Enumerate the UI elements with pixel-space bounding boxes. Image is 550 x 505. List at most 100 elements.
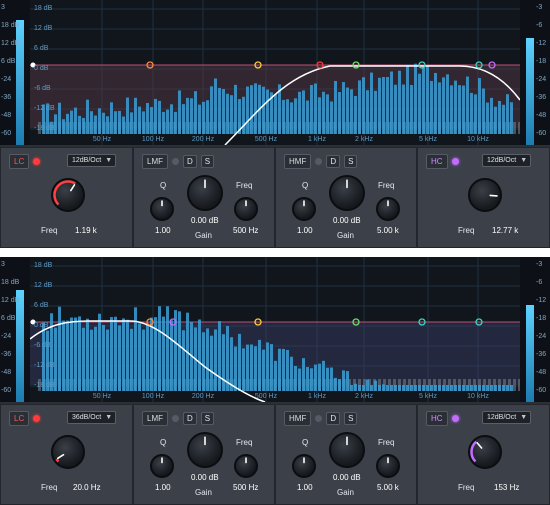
meter-scale-label: 12 dB — [1, 297, 20, 304]
spectrum-bar — [150, 317, 153, 391]
spectrum-bar — [90, 329, 93, 391]
high-mid-q-knob[interactable] — [292, 197, 316, 221]
spectrum-bar — [254, 346, 257, 391]
low-mid-solo-button[interactable]: S — [200, 411, 215, 425]
high-mid-q-value: 1.00 — [297, 483, 313, 492]
spectrum-bar — [442, 77, 445, 134]
high-cut-slope-select[interactable]: 12dB/Oct ▼ — [482, 154, 532, 167]
eq-graph[interactable]: 18 dB 12 dB 6 dB 0 dB -6 dB -12 dB -18 dB 50 H… — [30, 257, 520, 402]
high-cut-led-icon[interactable] — [451, 157, 459, 165]
low-cut-slope-select[interactable]: 36dB/Oct ▼ — [67, 411, 117, 424]
high-cut-toggle[interactable]: HC — [426, 410, 448, 426]
spectrum-bar — [438, 385, 441, 391]
spectrum-bar — [174, 111, 177, 134]
low-cut-led-icon[interactable] — [33, 157, 41, 165]
low-mid-gain-knob[interactable] — [187, 175, 223, 211]
db-axis-label: -18 dB — [34, 382, 55, 389]
freq-axis-label: 100 Hz — [141, 136, 165, 143]
spectrum-bar — [342, 82, 345, 134]
spectrum-bar — [250, 85, 253, 134]
low-mid-gain-knob[interactable] — [187, 432, 223, 468]
meter-scale-label: -36 — [1, 351, 12, 358]
low-mid-dynamic-button[interactable]: D — [183, 411, 197, 425]
spectrum-bar — [306, 367, 309, 391]
spectrum-bar — [490, 97, 493, 134]
spectrum-bar — [426, 385, 429, 391]
spectrum-bar — [206, 100, 209, 134]
high-mid-freq-knob[interactable] — [376, 454, 400, 478]
eq-graph[interactable]: 18 dB 12 dB 6 dB 0 dB -6 dB -12 dB -18 dB 50 H… — [30, 0, 520, 145]
spectrum-bar — [234, 84, 237, 134]
spectrum-bar — [98, 313, 101, 391]
high-cut-freq-knob[interactable] — [468, 178, 502, 212]
spectrum-bar — [114, 111, 117, 134]
low-cut-toggle[interactable]: LC — [9, 410, 30, 426]
spectrum-bar — [310, 85, 313, 134]
high-mid-gain-knob[interactable] — [329, 432, 365, 468]
low-mid-solo-button[interactable]: S — [200, 154, 215, 168]
knob-pointer — [56, 453, 65, 460]
spectrum-bar — [334, 377, 337, 391]
low-mid-q-knob[interactable] — [150, 197, 174, 221]
high-cut-freq-knob[interactable] — [468, 435, 502, 469]
meter-scale-label: -12 — [536, 297, 547, 304]
low-cut-toggle[interactable]: LC — [9, 153, 30, 169]
spectrum-bar — [302, 90, 305, 134]
spectrum-bar — [402, 385, 405, 391]
low-mid-freq-knob[interactable] — [234, 197, 258, 221]
spectrum-bar — [274, 94, 277, 134]
low-cut-freq-knob[interactable] — [51, 435, 85, 469]
low-cut-led-icon[interactable] — [33, 414, 41, 422]
high-mid-solo-button[interactable]: S — [344, 411, 358, 425]
high-mid-dynamic-button[interactable]: D — [326, 411, 341, 425]
spectrum-bar — [102, 324, 105, 391]
spectrum-bar — [346, 371, 349, 391]
high-mid-led-icon[interactable] — [315, 414, 323, 422]
spectrum-bar — [478, 385, 481, 391]
high-cut-slope-select[interactable]: 12dB/Oct ▼ — [482, 411, 532, 424]
high-mid-led-icon[interactable] — [315, 157, 323, 165]
low-mid-dynamic-button[interactable]: D — [183, 154, 197, 168]
db-axis-label: -6 dB — [34, 85, 51, 92]
low-mid-toggle[interactable]: LMF — [142, 410, 168, 426]
low-cut-band: LC 12dB/Oct ▼ Freq 1.19 k — [0, 147, 133, 248]
low-mid-led-icon[interactable] — [172, 157, 179, 165]
low-mid-led-icon[interactable] — [172, 414, 179, 422]
spectrum-bar — [358, 80, 361, 134]
high-mid-toggle[interactable]: HMF — [284, 153, 312, 169]
high-mid-dynamic-button[interactable]: D — [326, 154, 341, 168]
spectrum-bar — [74, 317, 77, 391]
high-mid-toggle[interactable]: HMF — [284, 410, 312, 426]
knob-indicator — [55, 453, 65, 463]
db-axis-label: -6 dB — [34, 342, 51, 349]
high-mid-gain-knob[interactable] — [329, 175, 365, 211]
spectrum-bar — [306, 100, 309, 134]
low-mid-toggle[interactable]: LMF — [142, 153, 168, 169]
freq-axis-label: 200 Hz — [191, 393, 215, 400]
spectrum-bar — [94, 326, 97, 391]
low-mid-q-knob[interactable] — [150, 454, 174, 478]
spectrum-bar — [362, 385, 365, 391]
high-mid-q-knob[interactable] — [292, 454, 316, 478]
high-mid-freq-knob[interactable] — [376, 197, 400, 221]
low-mid-freq-knob[interactable] — [234, 454, 258, 478]
low-mid-q-value: 1.00 — [155, 483, 171, 492]
spectrum-bar — [70, 110, 73, 134]
spectrum-bar — [62, 119, 65, 134]
spectrum-bar — [350, 89, 353, 134]
low-cut-slope-select[interactable]: 12dB/Oct ▼ — [67, 154, 117, 167]
spectrum-bar — [58, 102, 61, 134]
spectrum-bar — [458, 385, 461, 391]
high-cut-led-icon[interactable] — [451, 414, 459, 422]
spectrum-bar — [462, 385, 465, 391]
high-cut-toggle[interactable]: HC — [426, 153, 448, 169]
knob-indicator — [387, 457, 389, 464]
high-mid-solo-button[interactable]: S — [344, 154, 358, 168]
spectrum-bar — [250, 344, 253, 391]
low-cut-freq-knob[interactable] — [51, 178, 85, 212]
spectrum-bar — [190, 98, 193, 134]
spectrum-bar — [346, 87, 349, 134]
spectrum-bar — [78, 316, 81, 391]
meter-scale-label: -36 — [536, 94, 547, 101]
spectrum-bar — [294, 98, 297, 134]
